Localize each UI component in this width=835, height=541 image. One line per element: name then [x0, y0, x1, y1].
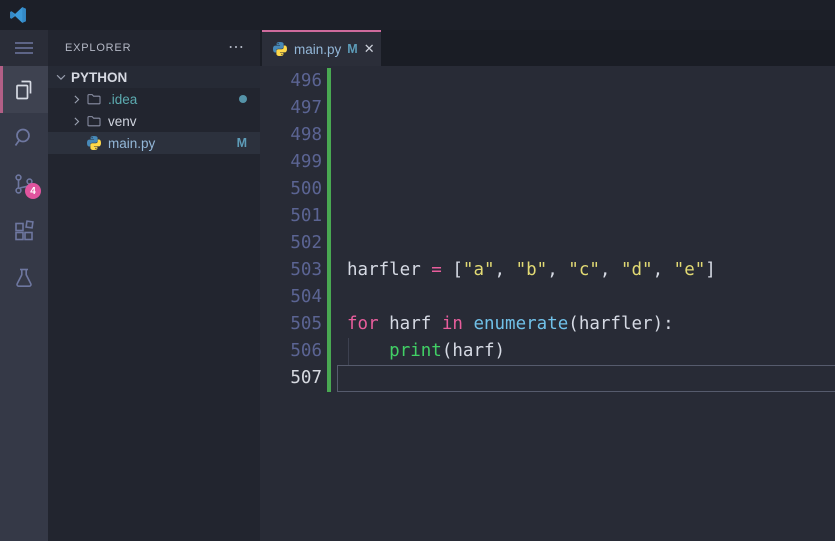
- code-line[interactable]: 505 for harf in enumerate(harfler):: [260, 311, 835, 338]
- explorer-title: EXPLORER: [65, 42, 132, 54]
- file-label: main.py: [108, 135, 156, 151]
- explorer-sidebar: EXPLORER ⋯ PYTHON .idea venv main.py M: [48, 30, 260, 541]
- menu-button[interactable]: [0, 30, 48, 66]
- tab-bar: main.py M ✕: [260, 30, 835, 66]
- sidebar-item-source-control[interactable]: 4: [0, 160, 48, 207]
- code-text: print(harf): [389, 341, 506, 361]
- line-number: 497: [290, 98, 322, 118]
- line-number: 504: [290, 287, 322, 307]
- line-number: 502: [290, 233, 322, 253]
- line-number: 498: [290, 125, 322, 145]
- sidebar-item-extensions[interactable]: [0, 207, 48, 254]
- tab-modified-badge: M: [347, 42, 358, 56]
- sidebar-item-testing[interactable]: [0, 254, 48, 301]
- explorer-header: EXPLORER ⋯: [48, 30, 260, 66]
- git-modified-badge: M: [236, 136, 247, 150]
- line-number: 507: [290, 368, 322, 388]
- code-text: for harf in enumerate(harfler):: [347, 314, 674, 334]
- line-number: 499: [290, 152, 322, 172]
- flask-icon: [16, 268, 32, 287]
- tree-item-python-root[interactable]: PYTHON: [48, 66, 260, 88]
- tab-main-py[interactable]: main.py M ✕: [262, 30, 381, 66]
- tree-item-main-py[interactable]: main.py M: [48, 132, 260, 154]
- title-bar: [0, 0, 835, 30]
- tab-label: main.py: [294, 41, 342, 57]
- line-number: 503: [290, 260, 322, 280]
- tree-item-idea[interactable]: .idea: [48, 88, 260, 110]
- code-line[interactable]: 502: [260, 230, 835, 257]
- modified-dot-badge: [239, 95, 247, 103]
- source-control-badge: 4: [25, 183, 41, 199]
- python-file-icon: [86, 135, 102, 151]
- code-line[interactable]: 506 print(harf): [260, 338, 835, 365]
- close-icon[interactable]: ✕: [364, 41, 375, 57]
- code-line[interactable]: 498: [260, 122, 835, 149]
- files-icon: [16, 80, 32, 99]
- code-lines: 496 497 498 499 500 501 502 503 harfler = ["a", …: [260, 68, 835, 392]
- editor-group: main.py M ✕ 496 497 498 499 500 501 502 503 harf…: [260, 30, 835, 541]
- code-line[interactable]: 501: [260, 203, 835, 230]
- root-folder-label: PYTHON: [71, 69, 128, 85]
- code-line[interactable]: 503 harfler = ["a", "b", "c", "d", "e"]: [260, 257, 835, 284]
- chevron-down-icon: [53, 69, 69, 85]
- sidebar-item-search[interactable]: [0, 113, 48, 160]
- code-line[interactable]: 504: [260, 284, 835, 311]
- tree-item-venv[interactable]: venv: [48, 110, 260, 132]
- line-number: 505: [290, 314, 322, 334]
- code-line[interactable]: 507: [260, 365, 835, 392]
- line-number: 506: [290, 341, 322, 361]
- folder-label: venv: [108, 113, 137, 129]
- sidebar-item-explorer[interactable]: [0, 66, 48, 113]
- code-line[interactable]: 497: [260, 95, 835, 122]
- search-icon: [14, 128, 30, 146]
- code-line[interactable]: 499: [260, 149, 835, 176]
- activity-bar: 4: [0, 30, 48, 541]
- code-line[interactable]: 496: [260, 68, 835, 95]
- code-line[interactable]: 500: [260, 176, 835, 203]
- python-file-icon: [272, 41, 288, 57]
- folder-label: .idea: [108, 91, 138, 107]
- extensions-icon: [15, 219, 34, 240]
- code-editor[interactable]: 496 497 498 499 500 501 502 503 harfler = ["a", …: [260, 66, 835, 541]
- vscode-window: 4 EXPLORER ⋯ PYTHON .idea venv main.py M…: [0, 0, 835, 541]
- hamburger-icon: [15, 42, 33, 54]
- folder-icon: [86, 91, 102, 107]
- line-number: 500: [290, 179, 322, 199]
- line-number: 496: [290, 71, 322, 91]
- more-actions-icon[interactable]: ⋯: [228, 40, 246, 56]
- code-text: harfler = ["a", "b", "c", "d", "e"]: [347, 260, 716, 280]
- vscode-logo-icon: [10, 7, 26, 23]
- line-number: 501: [290, 206, 322, 226]
- chevron-right-icon: [68, 91, 84, 107]
- chevron-right-icon: [68, 113, 84, 129]
- folder-icon: [86, 113, 102, 129]
